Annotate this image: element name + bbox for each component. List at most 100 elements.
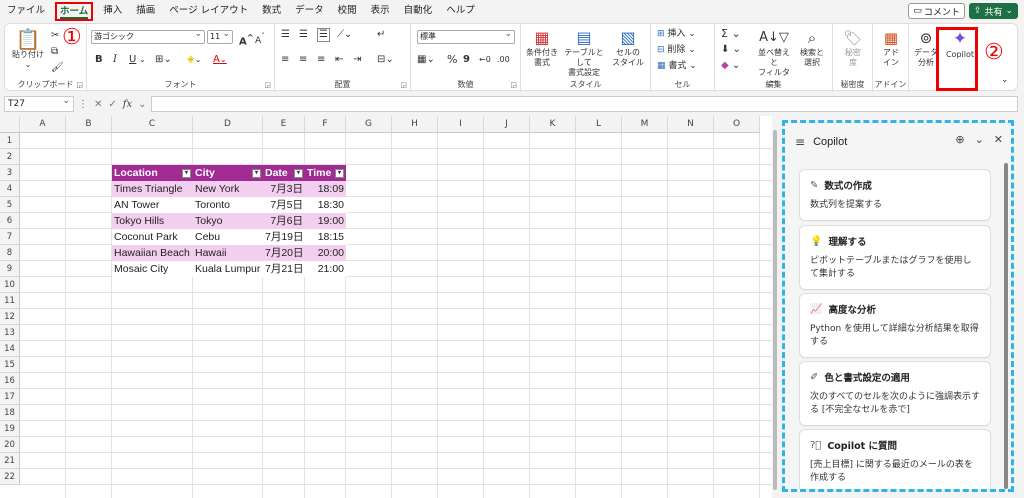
copilot-card[interactable]: 📈 高度な分析 Python を使用して詳細な分析結果を取得する [799,293,991,358]
column-header[interactable]: H [392,116,438,133]
table-header-cell[interactable]: Location ▾ [112,165,193,181]
row-header[interactable]: 22 [0,469,20,485]
table-cell[interactable]: Tokyo Hills [112,213,193,229]
copilot-card[interactable]: ?⃝ Copilot に質問 [売上目標] に関する最近のメールの表を作成する [799,429,991,489]
format-painter-icon[interactable]: 🖌 [51,62,64,74]
table-cell[interactable]: Coconut Park [112,229,193,245]
select-all-corner[interactable] [0,116,20,133]
filter-dropdown-icon[interactable]: ▾ [335,169,344,178]
copilot-card[interactable]: ✐ 色と書式設定の適用 次のすべてのセルを次のように強調表示する [不完全なセルを赤… [799,361,991,426]
column-header[interactable]: J [484,116,530,133]
find-select-button[interactable]: ⌕ 検索と 選択 [795,28,829,68]
name-box[interactable]: T27 [4,94,74,112]
pane-menu-icon[interactable]: ≡ [795,135,805,149]
filter-dropdown-icon[interactable]: ▾ [252,169,261,178]
table-cell[interactable]: 7月6日 [263,213,305,229]
align-bottom-icon[interactable]: ☰ [317,28,330,42]
increase-decimal-icon[interactable]: ←0 [479,54,491,66]
column-header[interactable]: M [622,116,668,133]
fill-icon[interactable]: ⬇ ⌄ [721,44,741,56]
row-header[interactable]: 14 [0,341,20,357]
addins-button[interactable]: ▦ アド イン [875,28,907,68]
fill-color-icon[interactable]: ◈⌄ [187,54,201,66]
orientation-icon[interactable]: ⟋⌄ [337,29,352,41]
clear-icon[interactable]: ◆ ⌄ [721,60,740,72]
merge-center-icon[interactable]: ⊟⌄ [377,54,394,66]
table-cell[interactable]: 18:30 [305,197,346,213]
row-header[interactable]: 4 [0,181,20,197]
fx-icon[interactable]: fx [123,99,132,110]
table-cell[interactable]: Tokyo [193,213,263,229]
column-header[interactable]: I [438,116,484,133]
table-header-cell[interactable]: Time ▾ [305,165,346,181]
font-name-select[interactable]: 游ゴシック [91,30,205,44]
border-icon[interactable]: ⊞⌄ [155,54,172,66]
table-cell[interactable]: 21:00 [305,261,346,277]
paste-button[interactable]: 📋 貼り付け ⌄ [11,28,45,70]
table-cell[interactable]: Times Triangle [112,181,193,197]
font-grow-icon[interactable]: A^ [239,31,254,48]
table-cell[interactable]: AN Tower [112,197,193,213]
align-middle-icon[interactable]: ☰ [299,29,308,41]
row-header[interactable]: 19 [0,421,20,437]
cell-style-button[interactable]: ▧ セルの スタイル [609,28,647,68]
cut-icon[interactable]: ✂ [51,30,59,42]
column-header[interactable]: F [305,116,346,133]
row-header[interactable]: 10 [0,277,20,293]
decrease-decimal-icon[interactable]: .00 [497,54,510,66]
row-header[interactable]: 8 [0,245,20,261]
table-header-cell[interactable]: City ▾ [193,165,263,181]
clipboard-launcher-icon[interactable]: ◲ [76,81,83,89]
row-header[interactable]: 9 [0,261,20,277]
table-cell[interactable]: Toronto [193,197,263,213]
chevron-down-icon[interactable]: ⌄ [975,133,984,146]
conditional-format-button[interactable]: ▦ 条件付き 書式 [525,28,559,68]
cancel-icon[interactable]: ✕ [94,99,102,110]
row-header[interactable]: 20 [0,437,20,453]
ribbon-collapse-icon[interactable]: ⌄ [1001,74,1009,86]
table-cell[interactable]: Mosaic City [112,261,193,277]
wrap-text-icon[interactable]: ↵ [377,29,385,41]
bold-button[interactable]: B [95,54,103,66]
more-icon[interactable]: ⋮ [78,99,88,110]
format-as-table-button[interactable]: ▤ テーブルとして 書式設定 [561,28,607,78]
table-header-cell[interactable]: Date ▾ [263,165,305,181]
column-header[interactable]: N [668,116,714,133]
align-left-icon[interactable]: ≡ [281,54,289,66]
row-header[interactable]: 6 [0,213,20,229]
column-header[interactable]: E [263,116,305,133]
row-header[interactable]: 17 [0,389,20,405]
alignment-launcher-icon[interactable]: ◲ [400,81,407,89]
row-header[interactable]: 5 [0,197,20,213]
table-cell[interactable]: 18:09 [305,181,346,197]
row-header[interactable]: 21 [0,453,20,469]
table-cell[interactable]: Hawaiian Beach [112,245,193,261]
row-header[interactable]: 18 [0,405,20,421]
menu-item[interactable]: 自動化 [397,0,440,22]
menu-item[interactable]: データ [288,0,331,22]
menu-item[interactable]: ヘルプ [439,0,482,22]
menu-item[interactable]: 校閲 [331,0,364,22]
font-shrink-icon[interactable]: Aˇ [255,31,265,47]
sensitivity-button[interactable]: 🏷 秘密 度 [837,28,869,68]
table-cell[interactable]: 18:15 [305,229,346,245]
row-header[interactable]: 1 [0,133,20,149]
menu-item[interactable]: 描画 [129,0,162,22]
table-cell[interactable]: Kuala Lumpur [193,261,263,277]
table-cell[interactable]: 7月20日 [263,245,305,261]
table-cell[interactable]: 19:00 [305,213,346,229]
column-header[interactable]: K [530,116,576,133]
menu-item[interactable]: ホーム [55,1,94,21]
percent-icon[interactable]: % [447,54,457,66]
column-header[interactable]: A [20,116,66,133]
table-cell[interactable]: 7月5日 [263,197,305,213]
menu-item[interactable]: ページ レイアウト [162,0,255,22]
column-header[interactable]: O [714,116,760,133]
table-cell[interactable]: 7月3日 [263,181,305,197]
column-header[interactable]: D [193,116,263,133]
row-header[interactable]: 11 [0,293,20,309]
row-header[interactable]: 3 [0,165,20,181]
comment-button[interactable]: ▭ コメント [908,3,965,19]
close-icon[interactable]: ✕ [994,133,1003,146]
column-header[interactable]: B [66,116,112,133]
